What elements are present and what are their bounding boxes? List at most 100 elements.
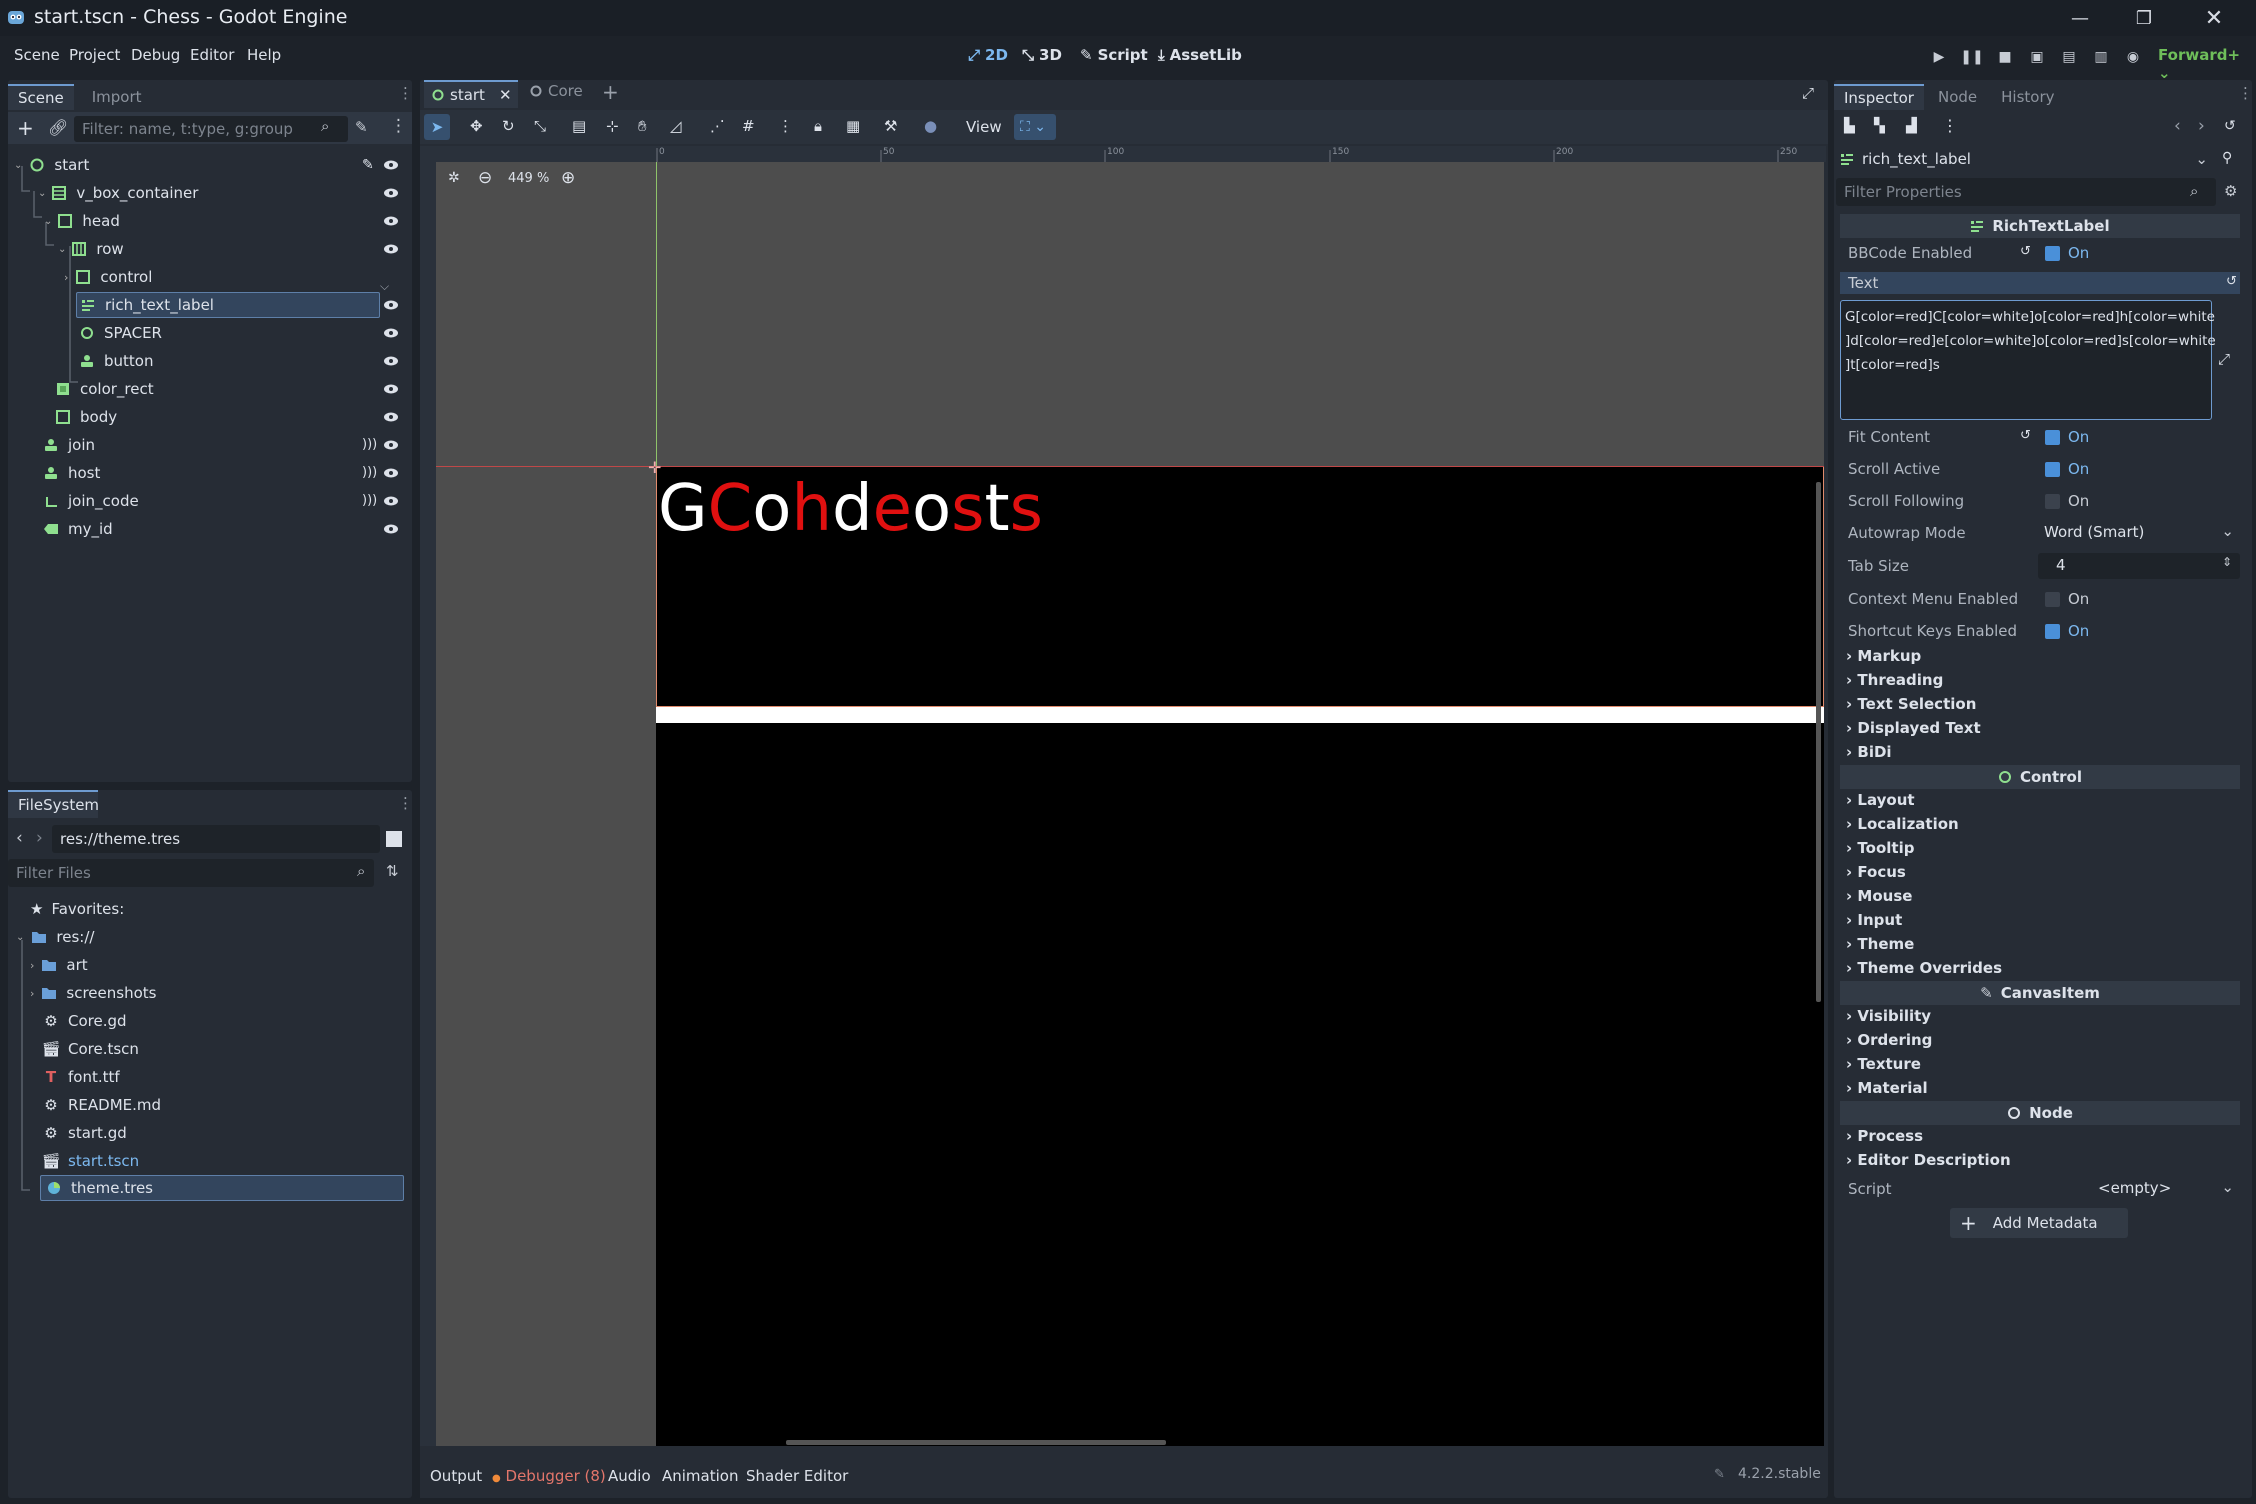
signal-icon[interactable]: ))) <box>362 493 377 508</box>
tree-row-row[interactable]: ⌄ row <box>58 236 124 262</box>
tree-row-host[interactable]: host <box>42 460 100 486</box>
zoom-in-icon[interactable]: ⊕ <box>561 168 575 188</box>
add-scene-tab-icon[interactable]: + <box>602 80 619 104</box>
move-mode-icon[interactable]: ✥ <box>470 117 483 135</box>
script-resource-picker[interactable]: <empty> ⌄ <box>2090 1176 2240 1202</box>
object-history-icon[interactable]: ↺ <box>2224 118 2236 134</box>
bone-icon[interactable]: ⚒ <box>884 117 897 135</box>
zoom-out-icon[interactable]: ⊖ <box>478 168 492 188</box>
section-editor-description[interactable]: › Editor Description <box>1846 1151 2011 1169</box>
dock-menu-icon[interactable]: ⋮ <box>398 794 413 812</box>
tab-debugger[interactable]: ● Debugger (8) <box>492 1467 606 1485</box>
add-node-icon[interactable]: + <box>17 116 34 140</box>
distraction-free-icon[interactable]: ⤢ <box>1802 84 1814 102</box>
section-texture[interactable]: › Texture <box>1846 1055 1921 1073</box>
select-mode-icon[interactable]: ➤ <box>424 114 450 140</box>
filesystem-filter-input[interactable]: Filter Files <box>8 859 374 887</box>
back-arrow-icon[interactable]: ‹ <box>16 828 23 848</box>
collapse-arrow-icon[interactable]: ⌄ <box>38 188 46 199</box>
smart-snap-icon[interactable]: ⋰ <box>710 117 725 135</box>
open-folder-icon[interactable]: ▚ <box>1874 118 1885 134</box>
tab-filesystem[interactable]: FileSystem <box>8 790 99 818</box>
lock-icon[interactable]: 🔒︎ <box>814 117 822 135</box>
minimize-icon[interactable]: — <box>2048 0 2112 36</box>
tree-row-head[interactable]: ⌄ head <box>44 208 120 234</box>
remote-debug-icon[interactable]: ▣ <box>2026 46 2048 68</box>
scroll-active-checkbox[interactable] <box>2045 462 2060 477</box>
expand-arrow-icon[interactable]: › <box>30 987 34 1000</box>
tab-inspector[interactable]: Inspector <box>1834 84 1924 110</box>
tab-animation[interactable]: Animation <box>662 1467 738 1485</box>
fit-content-checkbox[interactable] <box>2045 430 2060 445</box>
rotate-mode-icon[interactable]: ↻ <box>502 117 515 135</box>
section-threading[interactable]: › Threading <box>1846 671 1943 689</box>
restore-icon[interactable]: ❐ <box>2112 0 2176 36</box>
node-help-icon[interactable]: ⚲ <box>2222 150 2232 166</box>
bbcode-enabled-checkbox[interactable] <box>2045 246 2060 261</box>
revert-icon[interactable]: ↺ <box>2226 274 2237 289</box>
tab-audio[interactable]: Audio <box>608 1467 651 1485</box>
autowrap-mode-dropdown[interactable]: Word (Smart) ⌄ <box>2038 520 2240 546</box>
fs-item-screenshots[interactable]: › screenshots <box>30 980 156 1006</box>
snap-options-icon[interactable]: ⋮ <box>778 117 793 135</box>
section-bidi[interactable]: › BiDi <box>1846 743 1892 761</box>
collapse-arrow-icon[interactable]: ⌄ <box>14 160 22 171</box>
collapse-arrow-icon[interactable]: ⌄ <box>58 244 66 255</box>
close-icon[interactable]: ✕ <box>2182 0 2246 36</box>
tree-row-color-rect[interactable]: color_rect <box>54 376 154 402</box>
fs-item-font-ttf[interactable]: Tfont.ttf <box>42 1064 120 1090</box>
mode-script-button[interactable]: ✎ Script <box>1080 46 1148 64</box>
menu-help[interactable]: Help <box>247 46 281 64</box>
section-localization[interactable]: › Localization <box>1846 815 1959 833</box>
spin-arrows-icon[interactable]: ⇕ <box>2222 555 2232 569</box>
section-visibility[interactable]: › Visibility <box>1846 1007 1931 1025</box>
tab-scene[interactable]: Scene <box>8 84 74 110</box>
split-mode-icon[interactable] <box>386 831 402 847</box>
inspected-node-selector[interactable]: rich_text_label ⌄ <box>1840 146 2208 172</box>
play-scene-icon[interactable]: ▤ <box>2058 46 2080 68</box>
menu-debug[interactable]: Debug <box>131 46 180 64</box>
fs-item-readme[interactable]: ⚙ README.md <box>42 1092 161 1118</box>
section-displayed-text[interactable]: › Displayed Text <box>1846 719 1981 737</box>
mode-2d-button[interactable]: ⤢ 2D <box>968 46 1008 64</box>
tree-row-rich-text-label[interactable]: rich_text_label <box>76 292 380 318</box>
signal-icon[interactable]: ))) <box>362 465 377 480</box>
section-theme-overrides[interactable]: › Theme Overrides <box>1846 959 2002 977</box>
tab-import[interactable]: Import <box>82 84 152 110</box>
dock-menu-icon[interactable]: ⋮ <box>2238 84 2253 102</box>
filter-properties-input[interactable]: Filter Properties <box>1836 178 2216 206</box>
expand-editor-icon[interactable]: ⤢ <box>2218 350 2230 368</box>
ruler-mode-icon[interactable]: ◿ <box>670 117 682 135</box>
play-custom-scene-icon[interactable]: ▥ <box>2090 46 2112 68</box>
fs-item-theme-tres[interactable]: theme.tres <box>40 1175 404 1201</box>
horizontal-scrollbar[interactable] <box>786 1440 1166 1445</box>
grid-snap-icon[interactable]: # <box>742 117 755 135</box>
fs-item-core-tscn[interactable]: 🎬︎ Core.tscn <box>41 1036 138 1062</box>
section-input[interactable]: › Input <box>1846 911 1902 929</box>
menu-project[interactable]: Project <box>69 46 120 64</box>
scale-mode-icon[interactable]: ⤡ <box>534 117 546 135</box>
group-icon[interactable]: ▦ <box>846 117 860 135</box>
tree-row-control[interactable]: › control <box>64 264 152 290</box>
show-origin-icon[interactable]: ● <box>924 117 937 135</box>
script-icon[interactable]: ✎ <box>362 157 374 173</box>
save-icon[interactable]: ▟ <box>1906 118 1917 134</box>
section-layout[interactable]: › Layout <box>1846 791 1915 809</box>
tree-row-my-id[interactable]: my_id <box>42 516 113 542</box>
tab-size-spinbox[interactable]: 4 ⇕ <box>2038 553 2240 579</box>
tree-row-join[interactable]: join <box>42 432 95 458</box>
add-metadata-button[interactable]: + Add Metadata <box>1950 1208 2128 1238</box>
tree-row-join-code[interactable]: join_code <box>42 488 139 514</box>
scene-menu-icon[interactable]: ⋮ <box>390 116 407 136</box>
property-tools-icon[interactable]: ⚙ <box>2224 182 2237 200</box>
scene-filter-input[interactable]: Filter: name, t:type, g:group <box>74 116 348 142</box>
scroll-following-checkbox[interactable] <box>2045 494 2060 509</box>
pan-mode-icon[interactable]: ✋︎ <box>638 117 647 135</box>
tab-node[interactable]: Node <box>1928 84 1987 110</box>
expand-arrow-icon[interactable]: › <box>64 271 68 284</box>
link-icon[interactable]: 🔗︎ <box>48 118 68 137</box>
tree-row-start[interactable]: ⌄ start <box>14 152 89 178</box>
section-mouse[interactable]: › Mouse <box>1846 887 1912 905</box>
renderer-select[interactable]: Forward+ ⌄ <box>2158 46 2256 82</box>
view-menu[interactable]: View <box>966 118 1002 136</box>
